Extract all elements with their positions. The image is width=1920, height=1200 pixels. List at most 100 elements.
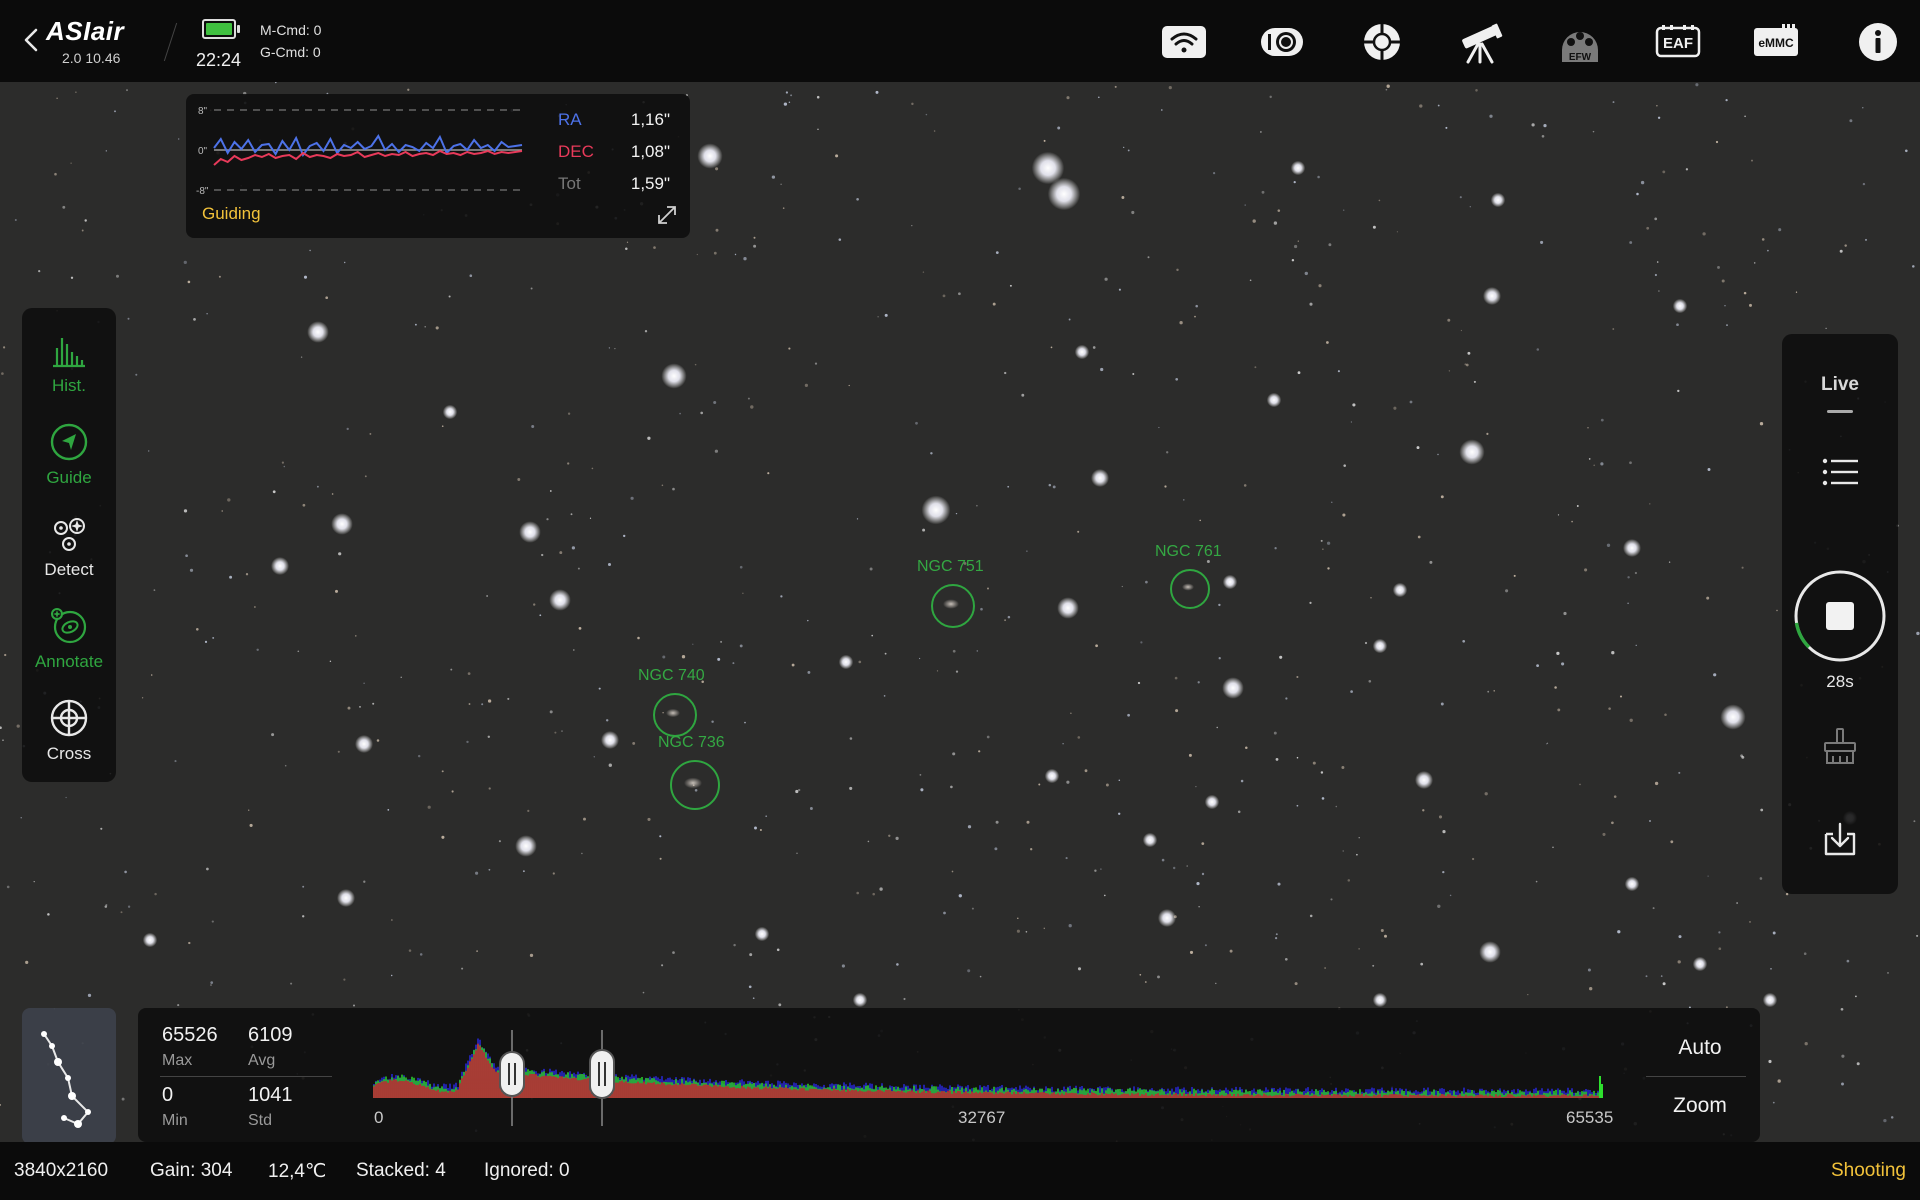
- background-star: [1189, 950, 1194, 954]
- background-star: [227, 498, 231, 502]
- tool-label: Detect: [44, 560, 94, 579]
- background-star: [70, 162, 72, 164]
- save-download-icon[interactable]: [1820, 820, 1860, 860]
- background-star: [1527, 993, 1529, 996]
- background-star: [1587, 427, 1589, 429]
- background-star: [877, 316, 879, 318]
- background-star: [1372, 225, 1376, 229]
- background-star: [995, 251, 999, 254]
- expand-icon[interactable]: [656, 204, 678, 226]
- list-menu-icon[interactable]: [1820, 452, 1860, 492]
- histogram-x-tick: 65535: [1566, 1108, 1614, 1127]
- histogram-x-tick: 32767: [958, 1108, 1006, 1127]
- background-star: [1656, 105, 1658, 107]
- clear-brush-icon[interactable]: [1820, 726, 1860, 766]
- annotation-circle: [931, 584, 975, 628]
- background-star: [1489, 114, 1493, 118]
- cross-tool-button[interactable]: Cross: [22, 692, 116, 782]
- wifi-icon[interactable]: [1160, 18, 1208, 66]
- background-star: [950, 785, 953, 789]
- mode-live-tab[interactable]: Live: [1782, 374, 1898, 396]
- guiding-panel[interactable]: 8" 0" -8" RA 1,16" DEC 1,08" Tot 1,59" Guid…: [186, 94, 690, 238]
- background-star: [717, 657, 721, 661]
- histogram-x-tick: 0: [374, 1108, 384, 1127]
- background-star: [748, 985, 752, 989]
- background-star: [1662, 982, 1666, 986]
- background-star: [872, 892, 875, 896]
- background-star: [353, 1004, 355, 1007]
- background-star: [605, 719, 609, 722]
- back-chevron-icon[interactable]: [20, 26, 42, 54]
- background-star: [441, 425, 444, 428]
- detect-tool-button[interactable]: Detect: [22, 508, 116, 598]
- background-star: [1772, 1101, 1775, 1104]
- background-star: [174, 760, 177, 763]
- background-star: [1608, 707, 1611, 710]
- hist-tool-button[interactable]: Hist.: [22, 324, 116, 414]
- background-star: [733, 943, 736, 947]
- background-star: [193, 318, 196, 321]
- background-star: [1749, 303, 1752, 307]
- white-point-handle[interactable]: [589, 1030, 615, 1126]
- black-point-handle[interactable]: [499, 1030, 525, 1126]
- background-star: [662, 655, 666, 659]
- eaf-icon[interactable]: EAF: [1654, 18, 1702, 66]
- background-star: [659, 857, 662, 860]
- background-star: [154, 892, 157, 896]
- background-star: [642, 991, 645, 994]
- background-star: [694, 363, 697, 366]
- zoom-button[interactable]: Zoom: [1644, 1094, 1756, 1118]
- annotation-label: NGC 761: [1155, 543, 1222, 560]
- efw-icon[interactable]: EFW: [1556, 18, 1604, 66]
- background-star: [1030, 848, 1033, 851]
- camera-icon[interactable]: [1258, 18, 1306, 66]
- background-star: [744, 721, 746, 724]
- constellation-thumbnail[interactable]: [22, 1008, 116, 1144]
- background-star: [441, 835, 445, 839]
- background-star: [1160, 109, 1163, 111]
- background-star: [1776, 609, 1778, 612]
- background-star: [1612, 101, 1615, 104]
- guide-arrow-icon: [50, 423, 88, 461]
- background-star: [1664, 713, 1667, 717]
- background-star: [1849, 119, 1853, 123]
- background-star: [955, 670, 959, 673]
- background-star: [1243, 484, 1247, 487]
- background-star: [1342, 513, 1346, 517]
- background-star: [922, 271, 925, 273]
- guide-tool-button[interactable]: Guide: [22, 416, 116, 506]
- bright-star: [331, 513, 353, 535]
- telescope-icon[interactable]: [1456, 18, 1504, 66]
- background-star: [1342, 209, 1345, 211]
- background-star: [451, 790, 454, 793]
- histogram-chart[interactable]: [370, 1016, 1750, 1136]
- background-star: [884, 313, 888, 317]
- background-star: [441, 770, 444, 773]
- annotate-tool-button[interactable]: Annotate: [22, 600, 116, 690]
- background-star: [1309, 302, 1313, 306]
- background-star: [1513, 574, 1516, 577]
- background-star: [976, 504, 978, 507]
- stop-capture-button[interactable]: [1792, 568, 1888, 664]
- background-star: [1587, 968, 1591, 972]
- guide-scope-icon[interactable]: [1358, 18, 1406, 66]
- left-tool-panel: Hist. Guide Detect Annotate Cross: [22, 308, 116, 782]
- emmc-icon[interactable]: eMMC: [1752, 18, 1800, 66]
- background-star: [767, 472, 770, 475]
- bright-star: [1222, 574, 1238, 590]
- background-star: [753, 244, 757, 248]
- auto-stretch-button[interactable]: Auto: [1644, 1036, 1756, 1060]
- background-star: [994, 847, 998, 851]
- bright-star: [1372, 992, 1388, 1008]
- background-star: [1131, 210, 1135, 215]
- ra-label: RA: [558, 110, 582, 129]
- background-star: [1188, 753, 1192, 757]
- info-icon[interactable]: [1854, 18, 1902, 66]
- background-star: [210, 981, 214, 984]
- bright-star: [921, 495, 951, 525]
- ignored-count: Ignored: 0: [484, 1160, 570, 1181]
- background-star: [1576, 505, 1579, 507]
- background-star: [47, 913, 50, 916]
- right-control-panel: Live 28s: [1782, 334, 1898, 894]
- bright-star: [1672, 298, 1688, 314]
